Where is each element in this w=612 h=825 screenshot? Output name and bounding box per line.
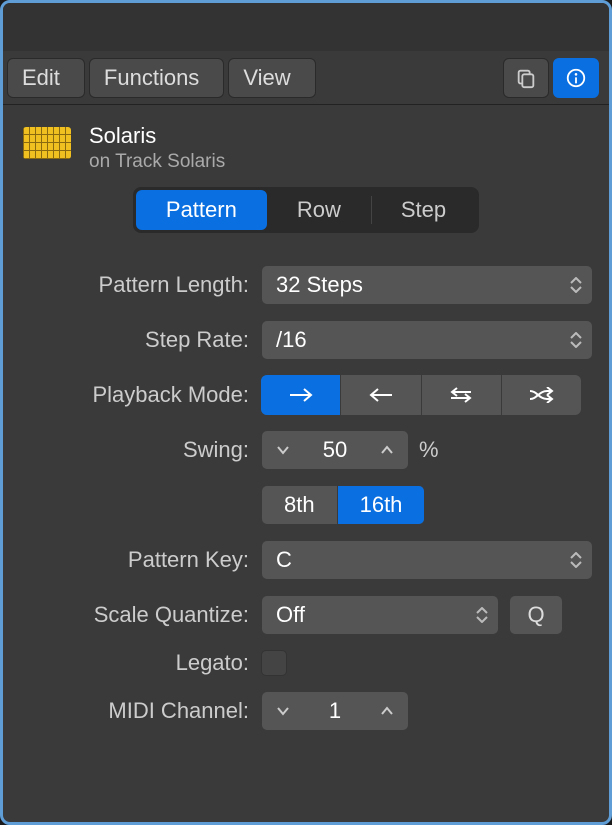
info-icon [565, 67, 587, 89]
step-rate-dropdown[interactable]: /16 [261, 320, 593, 360]
pattern-key-dropdown[interactable]: C [261, 540, 593, 580]
midi-channel-label: MIDI Channel: [19, 698, 249, 724]
section-tabs: Pattern Row Step [133, 187, 479, 233]
scale-quantize-label: Scale Quantize: [19, 602, 249, 628]
region-subtitle: on Track Solaris [89, 151, 225, 173]
arrow-left-icon [367, 387, 395, 403]
pattern-key-value: C [276, 547, 292, 573]
swing-label: Swing: [19, 437, 249, 463]
view-menu-label: View [243, 65, 290, 91]
toolbar: Edit Functions View [3, 51, 609, 105]
edit-menu[interactable]: Edit [7, 58, 85, 98]
arrows-swap-icon [447, 387, 475, 403]
region-icon [23, 127, 71, 159]
chevron-down-icon [276, 706, 290, 716]
region-header: Solaris on Track Solaris [3, 105, 609, 173]
window-titlebar [3, 3, 609, 51]
midi-channel-increment[interactable] [366, 692, 408, 730]
pattern-form: Pattern Length: 32 Steps Step Rate: /16 [3, 255, 609, 731]
view-menu[interactable]: View [228, 58, 315, 98]
playback-pingpong-button[interactable] [421, 375, 501, 415]
playback-reverse-button[interactable] [340, 375, 420, 415]
swing-mode-segment: 8th 16th [261, 485, 425, 525]
playback-mode-label: Playback Mode: [19, 382, 249, 408]
midi-channel-stepper[interactable]: 1 [261, 691, 409, 731]
midi-channel-value: 1 [304, 698, 366, 724]
edit-menu-label: Edit [22, 65, 60, 91]
legato-label: Legato: [19, 650, 249, 676]
tab-step[interactable]: Step [371, 190, 476, 230]
functions-menu-label: Functions [104, 65, 199, 91]
swing-unit: % [419, 437, 439, 463]
playback-random-button[interactable] [501, 375, 581, 415]
swing-16th-button[interactable]: 16th [337, 486, 425, 524]
region-title: Solaris [89, 123, 225, 149]
updown-icon [570, 541, 582, 579]
chevron-up-icon [380, 706, 394, 716]
pattern-key-label: Pattern Key: [19, 547, 249, 573]
midi-channel-decrement[interactable] [262, 692, 304, 730]
legato-checkbox[interactable] [261, 650, 287, 676]
pattern-length-label: Pattern Length: [19, 272, 249, 298]
swing-decrement[interactable] [262, 431, 304, 469]
functions-menu[interactable]: Functions [89, 58, 224, 98]
tab-row[interactable]: Row [267, 190, 371, 230]
pattern-length-value: 32 Steps [276, 272, 363, 298]
chevron-down-icon [276, 445, 290, 455]
info-button[interactable] [553, 58, 599, 98]
tab-pattern[interactable]: Pattern [136, 190, 267, 230]
updown-icon [570, 266, 582, 304]
arrow-right-icon [287, 387, 315, 403]
swing-increment[interactable] [366, 431, 408, 469]
step-rate-label: Step Rate: [19, 327, 249, 353]
quantize-button[interactable]: Q [509, 595, 563, 635]
scale-quantize-dropdown[interactable]: Off [261, 595, 499, 635]
pattern-length-dropdown[interactable]: 32 Steps [261, 265, 593, 305]
playback-mode-segment [261, 375, 581, 415]
copy-icon [515, 67, 537, 89]
chevron-up-icon [380, 445, 394, 455]
playback-forward-button[interactable] [261, 375, 340, 415]
swing-value: 50 [304, 437, 366, 463]
swing-8th-button[interactable]: 8th [262, 486, 337, 524]
swing-stepper[interactable]: 50 [261, 430, 409, 470]
inspector-window: Edit Functions View [0, 0, 612, 825]
step-rate-value: /16 [276, 327, 307, 353]
copy-button[interactable] [503, 58, 549, 98]
shuffle-icon [527, 387, 555, 403]
updown-icon [570, 321, 582, 359]
scale-quantize-value: Off [276, 602, 305, 628]
updown-icon [476, 596, 488, 634]
